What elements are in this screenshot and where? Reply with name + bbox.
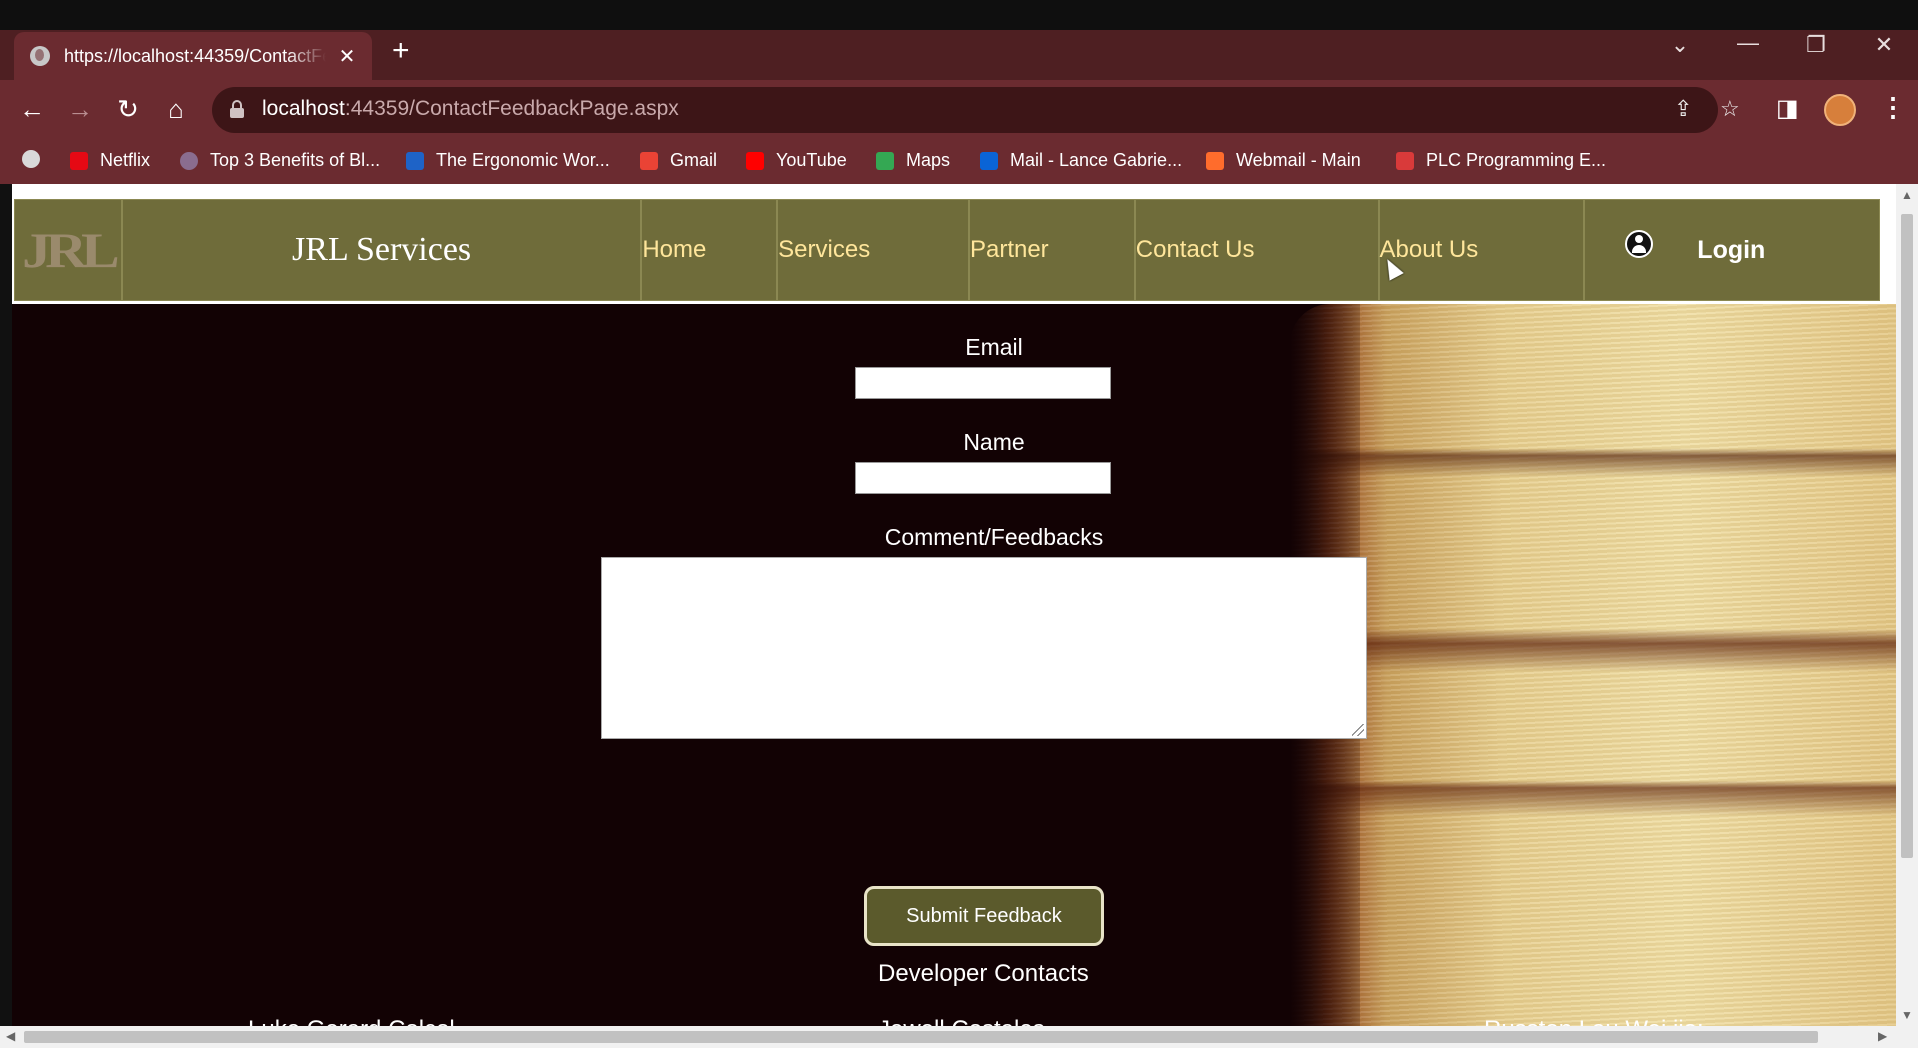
lock-icon[interactable]: [230, 100, 244, 118]
comment-textarea[interactable]: [601, 557, 1367, 739]
bookmark-item[interactable]: Netflix: [70, 150, 150, 171]
vertical-scroll-thumb[interactable]: [1901, 214, 1913, 858]
login-button[interactable]: Login: [1584, 199, 1881, 301]
bookmark-item[interactable]: Webmail - Main: [1206, 150, 1361, 171]
bookmark-item[interactable]: YouTube: [746, 150, 847, 171]
feedback-section: Email Name Comment/Feedbacks Submit Feed…: [12, 304, 1896, 1026]
bookmark-label: Webmail - Main: [1236, 150, 1361, 170]
submit-feedback-button[interactable]: Submit Feedback: [864, 886, 1104, 946]
site-logo[interactable]: JRL: [14, 199, 122, 301]
brand-title-cell: JRL Services: [121, 199, 642, 301]
books-background-image: [1290, 304, 1896, 1026]
horizontal-scroll-thumb[interactable]: [24, 1031, 1818, 1043]
bookmark-item[interactable]: Mail - Lance Gabrie...: [980, 150, 1182, 171]
nav-link-partner[interactable]: Partner: [970, 236, 1049, 264]
back-button[interactable]: ←: [14, 94, 50, 124]
share-icon[interactable]: ⇪: [1674, 96, 1692, 122]
bookmarks-bar: Netflix Top 3 Benefits of Bl... The Ergono…: [0, 140, 1918, 184]
bookmark-label: Netflix: [100, 150, 151, 170]
name-label: Name: [963, 429, 1025, 455]
scroll-up-icon[interactable]: ▲: [1901, 188, 1913, 202]
nav-services[interactable]: Services: [777, 199, 969, 301]
scroll-right-icon[interactable]: ▶: [1878, 1029, 1887, 1043]
tab-bar: https://localhost:44359/ContactFeedbackP…: [0, 30, 1918, 80]
bookmark-label: The Ergonomic Wor...: [436, 150, 610, 170]
maps-icon: [876, 151, 894, 170]
pt-icon: [406, 151, 424, 170]
email-label: Email: [965, 334, 1023, 360]
youtube-icon: [746, 151, 764, 170]
contact-person: Luke Gerard Colcol: [248, 1016, 455, 1026]
forward-button[interactable]: →: [62, 94, 98, 124]
site-navbar: JRL JRL Services Home Services Partner C…: [14, 199, 1881, 301]
bookmark-item[interactable]: [22, 150, 52, 168]
nav-link-home[interactable]: Home: [642, 236, 706, 264]
nav-link-contact[interactable]: Contact Us: [1136, 236, 1255, 264]
scroll-left-icon[interactable]: ◀: [6, 1029, 15, 1043]
browser-tab[interactable]: https://localhost:44359/ContactFeedbackP…: [14, 32, 372, 80]
bookmark-label: Top 3 Benefits of Bl...: [210, 150, 381, 170]
bookmark-label: Mail - Lance Gabrie...: [1010, 150, 1183, 170]
new-tab-button[interactable]: +: [392, 36, 410, 66]
netflix-icon: [70, 151, 88, 170]
bookmark-item[interactable]: Gmail: [640, 150, 717, 171]
nav-contact[interactable]: Contact Us: [1134, 199, 1379, 301]
resize-handle-icon[interactable]: [1352, 724, 1364, 736]
vertical-scrollbar[interactable]: ▲ ▼: [1896, 184, 1918, 1026]
email-field[interactable]: [855, 367, 1111, 399]
nav-home[interactable]: Home: [641, 199, 778, 301]
tab-search-icon[interactable]: ⌄: [1660, 32, 1700, 58]
restore-button[interactable]: ❐: [1796, 32, 1836, 58]
contact-person: Russton Lau Wei jie:: [1484, 1016, 1704, 1026]
bookmark-item[interactable]: Maps: [876, 150, 950, 171]
contact-person: Jewell Costales: [878, 1016, 1045, 1026]
bookmark-label: YouTube: [776, 150, 847, 170]
nav-link-services[interactable]: Services: [778, 236, 870, 264]
page-icon: [180, 151, 198, 170]
web-page: JRL JRL Services Home Services Partner C…: [12, 184, 1896, 1026]
outlook-icon: [980, 151, 998, 170]
user-icon: [1625, 230, 1654, 258]
reload-button[interactable]: ↻: [110, 94, 146, 124]
nav-about[interactable]: About Us: [1378, 199, 1585, 301]
bookmark-item[interactable]: Top 3 Benefits of Bl...: [180, 150, 380, 171]
address-bar[interactable]: localhost:44359/ContactFeedbackPage.aspx…: [212, 87, 1740, 133]
bookmark-item[interactable]: PLC Programming E...: [1396, 150, 1606, 171]
login-label: Login: [1697, 235, 1766, 264]
globe-icon: [30, 46, 50, 66]
menu-icon[interactable]: ⋮: [1880, 92, 1906, 123]
title-strip: [0, 0, 1918, 30]
horizontal-scrollbar[interactable]: ◀ ▶: [0, 1026, 1918, 1048]
home-button[interactable]: ⌂: [158, 94, 194, 124]
name-field[interactable]: [855, 462, 1111, 494]
tab-title: https://localhost:44359/ContactFeedbackP…: [64, 45, 326, 66]
url-text: localhost:44359/ContactFeedbackPage.aspx: [262, 97, 679, 120]
browser-toolbar: ← → ↻ ⌂ localhost:44359/ContactFeedbackP…: [0, 80, 1918, 140]
nav-partner[interactable]: Partner: [968, 199, 1135, 301]
developer-contacts-heading: Developer Contacts: [878, 960, 1089, 987]
globe-icon: [22, 150, 40, 168]
scroll-down-icon[interactable]: ▼: [1901, 1008, 1913, 1022]
bookmark-label: Maps: [906, 150, 951, 170]
minimize-button[interactable]: —: [1728, 30, 1768, 56]
cpanel-icon: [1206, 151, 1224, 170]
star-icon[interactable]: ☆: [1720, 96, 1740, 122]
bookmark-label: PLC Programming E...: [1426, 150, 1607, 170]
brand-title: JRL Services: [292, 231, 472, 268]
close-window-button[interactable]: ✕: [1864, 32, 1904, 58]
profile-avatar[interactable]: [1824, 94, 1856, 126]
plc-icon: [1396, 151, 1414, 170]
comment-label: Comment/Feedbacks: [884, 524, 1104, 550]
bookmark-item[interactable]: The Ergonomic Wor...: [406, 150, 610, 171]
bookmark-label: Gmail: [670, 150, 718, 170]
side-panel-icon[interactable]: ◨: [1776, 94, 1799, 123]
gmail-icon: [640, 151, 658, 170]
close-tab-icon[interactable]: ✕: [336, 44, 358, 69]
